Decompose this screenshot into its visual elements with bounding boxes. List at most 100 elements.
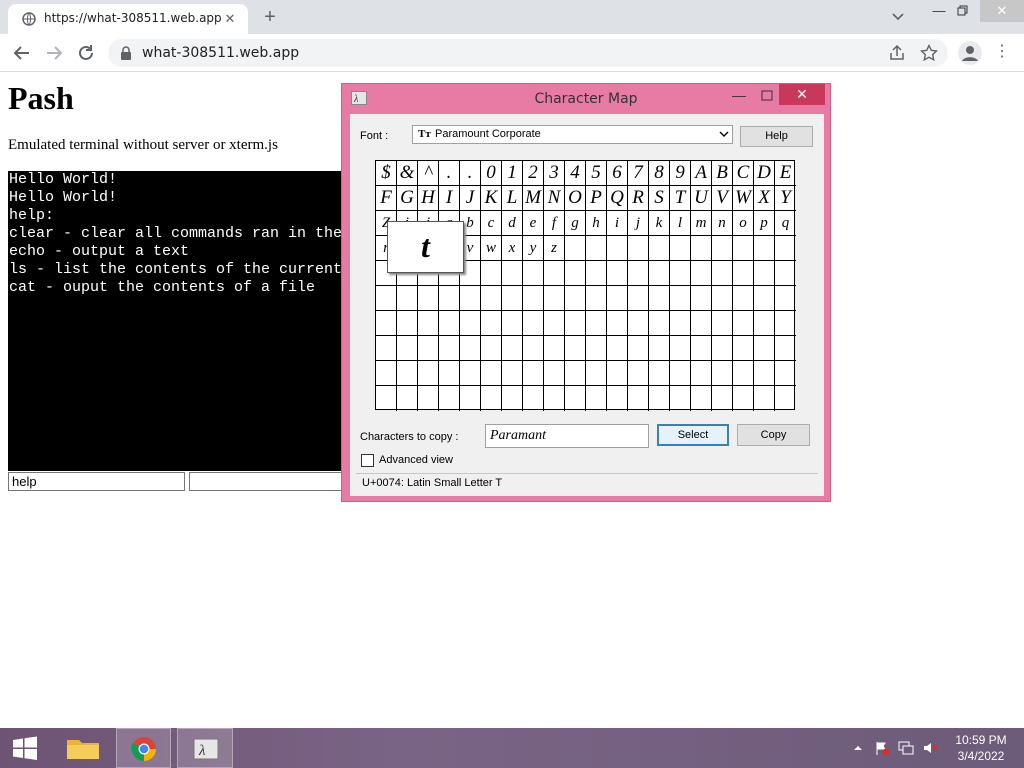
character-cell[interactable]: g: [565, 211, 586, 236]
character-cell[interactable]: [586, 361, 607, 386]
network-icon[interactable]: [898, 740, 914, 756]
share-icon[interactable]: [888, 44, 906, 62]
character-cell[interactable]: [670, 261, 691, 286]
character-cell[interactable]: [565, 336, 586, 361]
character-cell[interactable]: i: [607, 211, 628, 236]
character-cell[interactable]: h: [586, 211, 607, 236]
character-cell[interactable]: [670, 311, 691, 336]
character-cell[interactable]: [775, 361, 796, 386]
character-cell[interactable]: [376, 286, 397, 311]
character-cell[interactable]: [775, 261, 796, 286]
character-cell[interactable]: [376, 361, 397, 386]
character-cell[interactable]: K: [481, 186, 502, 211]
character-cell[interactable]: [565, 311, 586, 336]
character-cell[interactable]: [670, 361, 691, 386]
character-cell[interactable]: [439, 336, 460, 361]
character-cell[interactable]: [439, 286, 460, 311]
character-cell[interactable]: M: [523, 186, 544, 211]
character-cell[interactable]: [586, 286, 607, 311]
character-cell[interactable]: [754, 386, 775, 411]
character-cell[interactable]: [754, 236, 775, 261]
character-cell[interactable]: [439, 386, 460, 411]
character-cell[interactable]: [502, 361, 523, 386]
character-cell[interactable]: $: [376, 161, 397, 186]
file-explorer-button[interactable]: [58, 728, 108, 768]
character-cell[interactable]: [649, 286, 670, 311]
close-window-icon[interactable]: ✕: [980, 0, 1024, 22]
character-cell[interactable]: [754, 311, 775, 336]
character-cell[interactable]: [586, 311, 607, 336]
character-cell[interactable]: [481, 336, 502, 361]
character-cell[interactable]: [670, 336, 691, 361]
character-cell[interactable]: [712, 386, 733, 411]
tab-search-chevron-icon[interactable]: [888, 6, 908, 26]
character-cell[interactable]: [628, 361, 649, 386]
character-cell[interactable]: [502, 386, 523, 411]
character-cell[interactable]: [775, 336, 796, 361]
character-cell[interactable]: [397, 286, 418, 311]
character-cell[interactable]: [649, 261, 670, 286]
character-cell[interactable]: 0: [481, 161, 502, 186]
character-cell[interactable]: [670, 286, 691, 311]
character-cell[interactable]: [439, 361, 460, 386]
character-cell[interactable]: [460, 311, 481, 336]
character-cell[interactable]: [712, 261, 733, 286]
character-cell[interactable]: 8: [649, 161, 670, 186]
character-cell[interactable]: [376, 311, 397, 336]
character-cell[interactable]: [565, 286, 586, 311]
character-cell[interactable]: [733, 361, 754, 386]
character-cell[interactable]: A: [691, 161, 712, 186]
action-center-flag-icon[interactable]: [874, 740, 890, 756]
character-cell[interactable]: [502, 286, 523, 311]
help-button[interactable]: Help: [740, 126, 813, 147]
close-icon[interactable]: ✕: [779, 84, 825, 105]
command-input[interactable]: help: [8, 472, 185, 491]
character-cell[interactable]: G: [397, 186, 418, 211]
character-cell[interactable]: c: [481, 211, 502, 236]
character-cell[interactable]: ^: [418, 161, 439, 186]
character-cell[interactable]: .: [439, 161, 460, 186]
character-cell[interactable]: [565, 261, 586, 286]
character-cell[interactable]: 5: [586, 161, 607, 186]
character-cell[interactable]: [733, 311, 754, 336]
browser-menu-icon[interactable]: ⋮: [994, 42, 1010, 64]
character-cell[interactable]: [544, 386, 565, 411]
character-cell[interactable]: [733, 336, 754, 361]
character-cell[interactable]: [649, 386, 670, 411]
secondary-input[interactable]: [189, 472, 349, 491]
character-cell[interactable]: T: [670, 186, 691, 211]
bookmark-star-icon[interactable]: [920, 44, 938, 62]
character-cell[interactable]: [397, 386, 418, 411]
character-cell[interactable]: [523, 261, 544, 286]
character-cell[interactable]: o: [733, 211, 754, 236]
character-cell[interactable]: [670, 236, 691, 261]
character-cell[interactable]: [544, 336, 565, 361]
character-cell[interactable]: j: [628, 211, 649, 236]
character-cell[interactable]: y: [523, 236, 544, 261]
back-arrow-icon[interactable]: [10, 42, 34, 64]
character-cell[interactable]: [712, 361, 733, 386]
character-cell[interactable]: [565, 386, 586, 411]
minimize-icon[interactable]: —: [727, 88, 751, 106]
character-cell[interactable]: [544, 286, 565, 311]
character-cell[interactable]: B: [712, 161, 733, 186]
character-cell[interactable]: [712, 286, 733, 311]
character-cell[interactable]: [397, 361, 418, 386]
character-cell[interactable]: [775, 386, 796, 411]
character-cell[interactable]: [460, 361, 481, 386]
character-cell[interactable]: [523, 386, 544, 411]
character-cell[interactable]: [502, 336, 523, 361]
forward-arrow-icon[interactable]: [42, 42, 66, 64]
characters-to-copy-field[interactable]: Paramant: [485, 424, 649, 448]
character-cell[interactable]: P: [586, 186, 607, 211]
character-cell[interactable]: [754, 286, 775, 311]
character-cell[interactable]: C: [733, 161, 754, 186]
character-cell[interactable]: m: [691, 211, 712, 236]
character-cell[interactable]: [607, 261, 628, 286]
character-cell[interactable]: D: [754, 161, 775, 186]
character-cell[interactable]: [586, 336, 607, 361]
character-cell[interactable]: F: [376, 186, 397, 211]
reload-icon[interactable]: [74, 42, 98, 64]
character-cell[interactable]: 2: [523, 161, 544, 186]
character-cell[interactable]: [733, 261, 754, 286]
